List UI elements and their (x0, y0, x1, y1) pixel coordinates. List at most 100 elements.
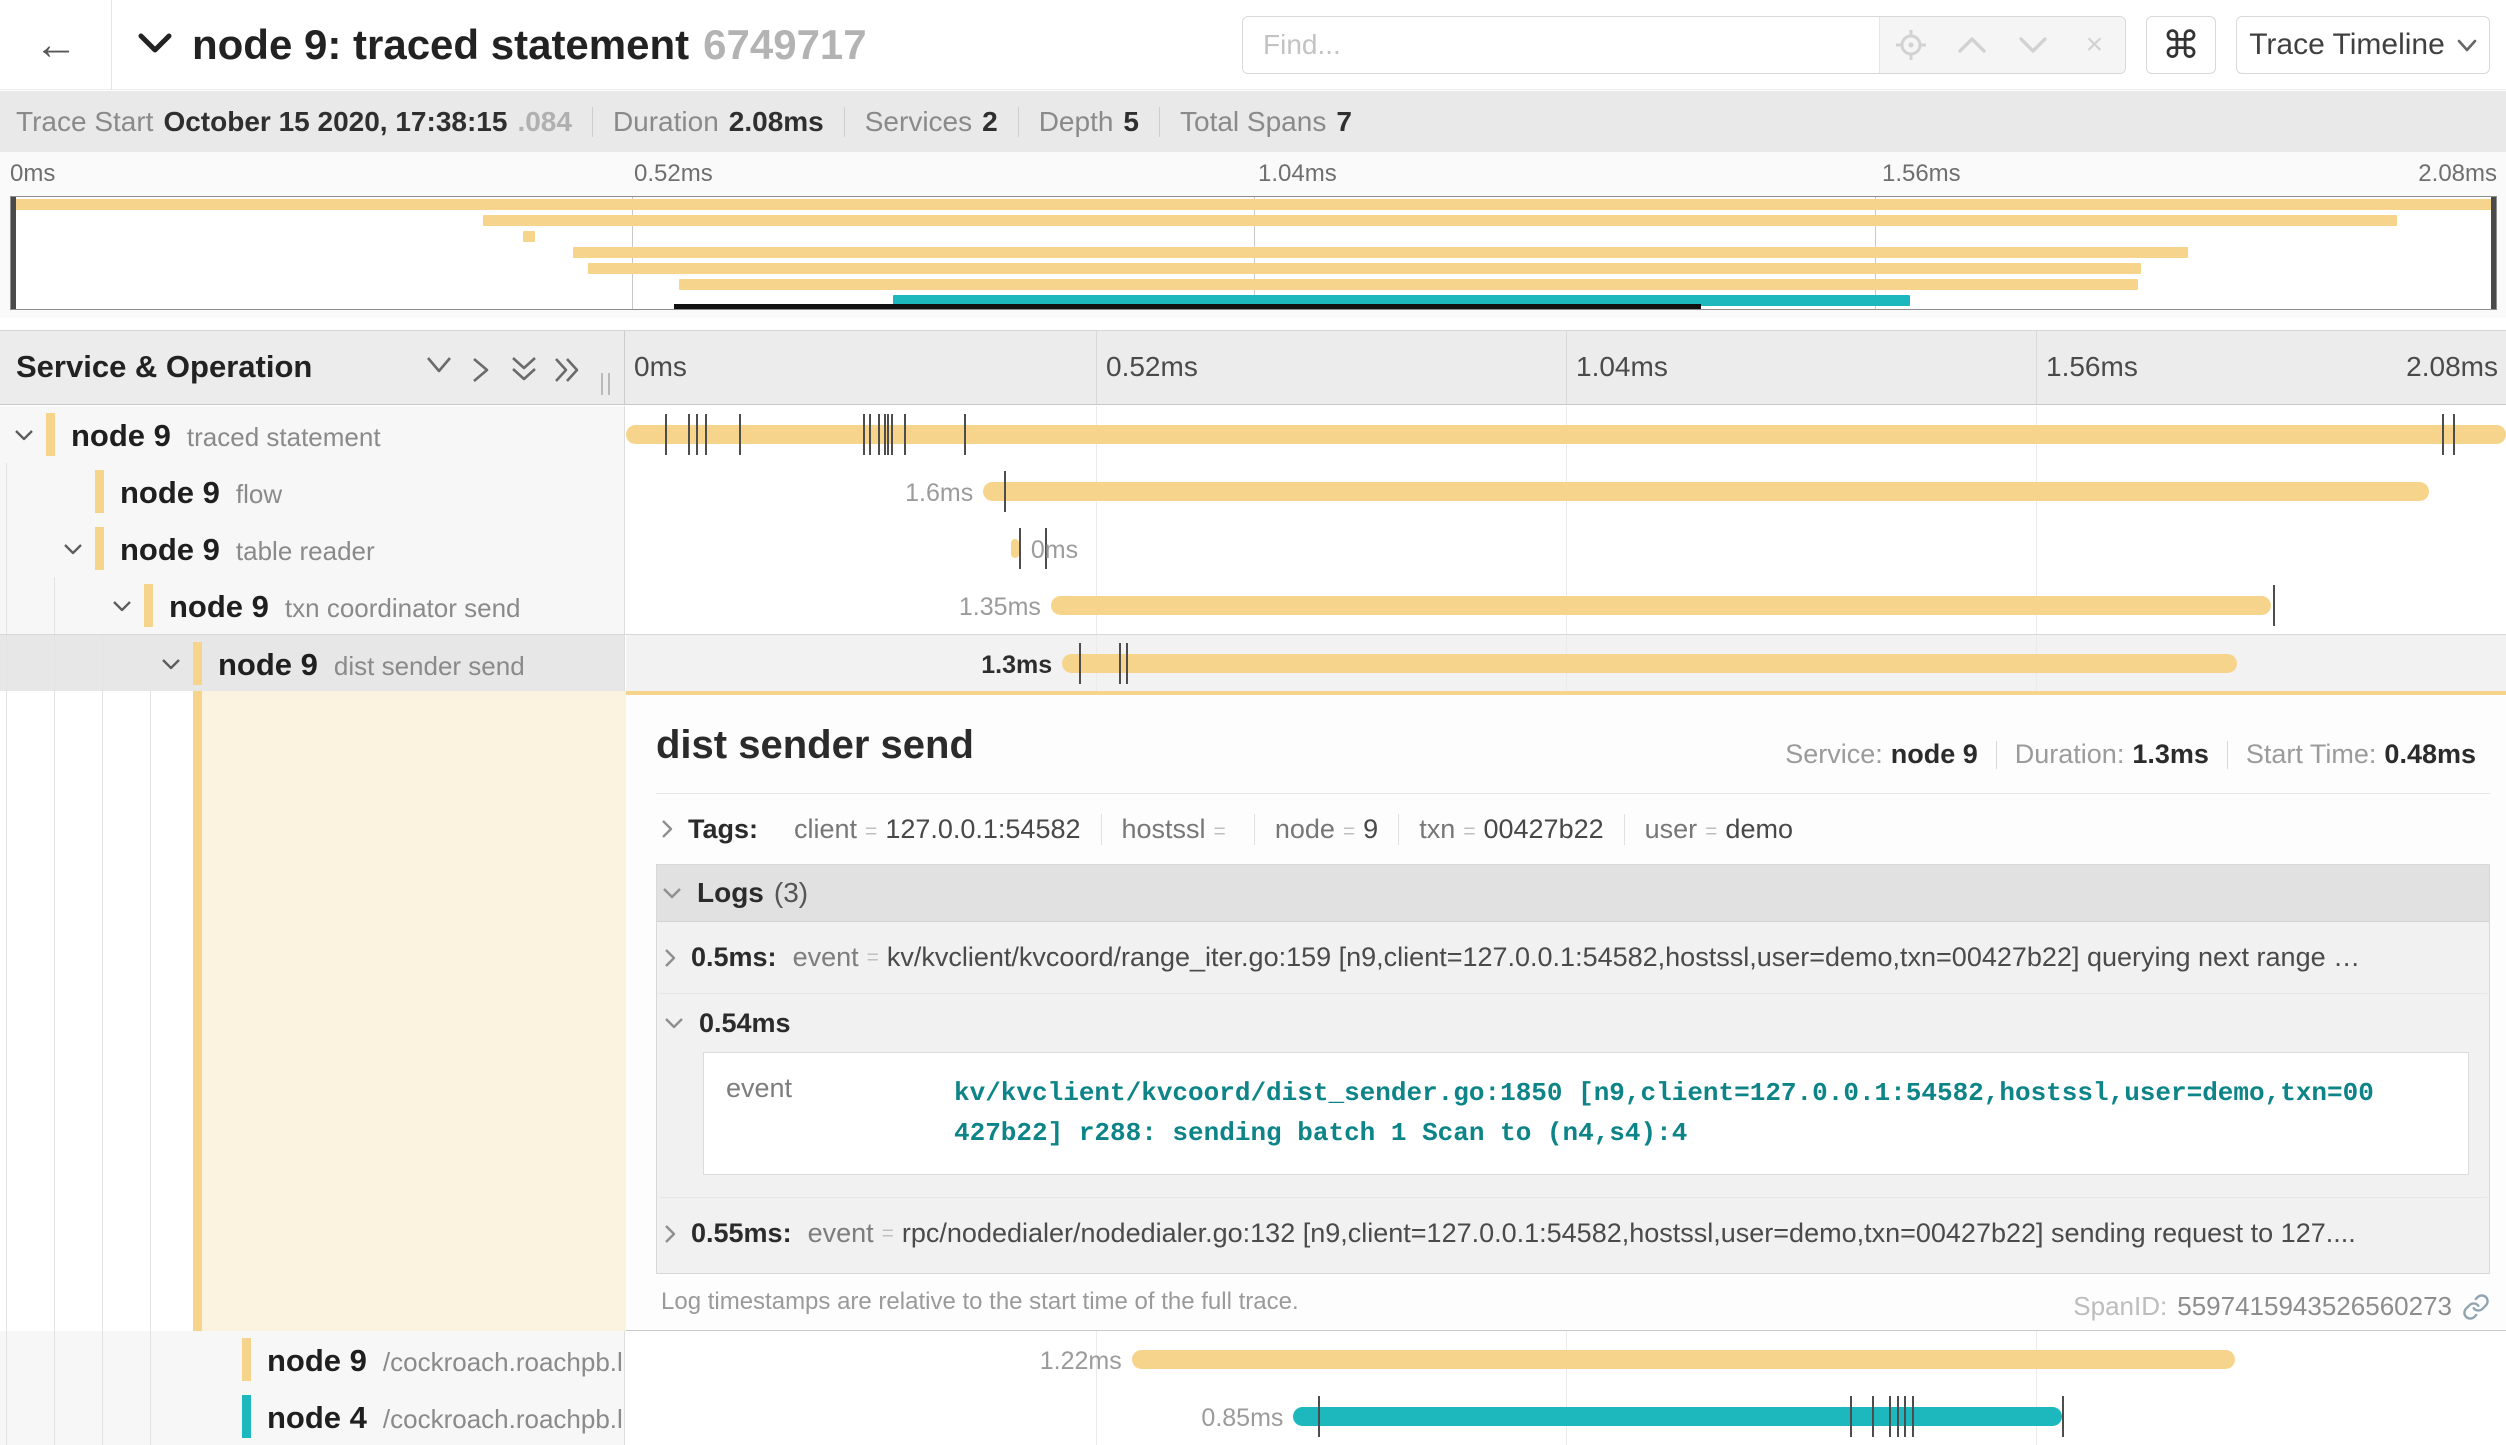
span-row-txn-coordinator-send[interactable]: node 9txn coordinator send 1.35ms (0, 577, 2506, 634)
total-spans-label: Total Spans (1180, 106, 1326, 138)
span-expander-chevron-icon[interactable] (62, 542, 84, 556)
minimap-span-bar (679, 279, 2138, 290)
selected-span-accent-bar (193, 691, 202, 1331)
ruler-tick-2: 1.04ms (1576, 351, 1668, 383)
depth-guide (54, 1388, 55, 1445)
span-name-cell[interactable]: node 9flow (0, 463, 625, 520)
depth-guide (102, 1388, 103, 1445)
span-name-cell[interactable]: node 9dist sender send (0, 635, 625, 691)
timeline-gridline (1096, 1388, 1097, 1445)
span-name-label: node 9txn coordinator send (169, 589, 521, 625)
locate-icon[interactable] (1891, 25, 1931, 65)
column-resize-grip[interactable] (601, 373, 610, 395)
span-timeline-cell[interactable]: 1.3ms (626, 635, 2506, 691)
trace-summary-bar: Trace Start October 15 2020, 17:38:15 .0… (0, 91, 2506, 152)
span-detail-row: dist sender send Service: node 9 Duratio… (0, 691, 2506, 1331)
depth-value: 5 (1123, 106, 1139, 138)
span-duration-bar[interactable] (626, 425, 2506, 444)
tag-node: node = 9 (1255, 814, 1399, 845)
span-timeline-cell[interactable]: 1.6ms (626, 463, 2506, 520)
logs-collapse-chevron-icon[interactable] (661, 886, 683, 900)
span-row-traced-statement[interactable]: node 9traced statement (0, 406, 2506, 463)
span-name-cell[interactable]: node 9/cockroach.roachpb.l... (0, 1331, 625, 1388)
detail-indent-column (0, 691, 626, 1331)
span-timeline-cell[interactable]: 1.35ms (626, 577, 2506, 634)
meta-divider (2227, 741, 2228, 769)
minimap-scrub-indicator[interactable] (674, 304, 1700, 309)
span-duration-bar[interactable] (1051, 596, 2271, 615)
trace-id-short: 6749717 (703, 21, 867, 68)
expand-one-icon[interactable] (470, 355, 490, 385)
span-row-table-reader[interactable]: node 9table reader 0ms (0, 520, 2506, 577)
services-label: Services (865, 106, 972, 138)
deep-link-icon[interactable] (2462, 1293, 2490, 1321)
collapse-one-icon[interactable] (424, 355, 454, 375)
minimap-canvas[interactable] (10, 196, 2497, 310)
detail-start-value: 0.48ms (2384, 739, 2476, 770)
span-name-cell[interactable]: node 9txn coordinator send (0, 577, 625, 634)
span-row-dist-sender-send[interactable]: node 9dist sender send1.3ms (0, 634, 2506, 691)
keyboard-shortcuts-button[interactable]: ⌘ (2146, 16, 2216, 74)
service-name: node 9 (267, 1343, 367, 1378)
collapse-trace-chevron-icon[interactable] (138, 32, 172, 54)
tags-row[interactable]: Tags: client = 127.0.0.1:54582 hostssl =… (656, 798, 2490, 860)
span-expander-chevron-icon[interactable] (13, 428, 35, 442)
minimap-right-handle[interactable] (2491, 197, 2496, 309)
span-name-label: node 9traced statement (71, 418, 381, 454)
service-name: node 9 (120, 532, 220, 567)
stat-divider (1018, 107, 1019, 137)
detail-divider (656, 793, 2490, 794)
back-button[interactable]: ← (18, 14, 94, 76)
next-result-icon[interactable] (2013, 25, 2053, 65)
log-marker-tick (1872, 1396, 1874, 1437)
view-selector-button[interactable]: Trace Timeline (2236, 16, 2490, 74)
log-marker-tick (891, 414, 893, 455)
services-stat: Services 2 (865, 106, 998, 138)
log3-expand-chevron-icon[interactable] (663, 1223, 677, 1245)
log2-collapse-chevron-icon[interactable] (663, 1016, 685, 1030)
minimap-tick-4: 2.08ms (2418, 160, 2497, 188)
clear-search-icon[interactable]: × (2074, 25, 2114, 65)
span-timeline-cell[interactable] (626, 406, 2506, 463)
span-duration-bar[interactable] (1293, 1407, 2062, 1426)
service-name: node 4 (267, 1400, 367, 1435)
service-color-bar (46, 413, 55, 456)
span-timeline-cell[interactable]: 0.85ms (626, 1388, 2506, 1445)
log-entry-1[interactable]: 0.5ms: event = kv/kvclient/kvcoord/range… (659, 922, 2487, 994)
span-row-node4-roachpb[interactable]: node 4/cockroach.roachpb.l...0.85ms (0, 1388, 2506, 1445)
span-timeline-cell[interactable]: 1.22ms (626, 1331, 2506, 1388)
stat-divider (844, 107, 845, 137)
span-timeline-cell[interactable]: 0ms (626, 520, 2506, 577)
span-row-flow[interactable]: node 9flow1.6ms (0, 463, 2506, 520)
tags-expand-chevron-icon[interactable] (660, 818, 674, 840)
span-duration-bar[interactable] (1011, 539, 1019, 558)
span-duration-bar[interactable] (983, 482, 2429, 501)
span-duration-bar[interactable] (1062, 654, 2237, 673)
span-name-cell[interactable]: node 9traced statement (0, 406, 625, 463)
minimap-left-handle[interactable] (11, 197, 16, 309)
log2-header[interactable]: 0.54ms (659, 994, 2487, 1052)
depth-guide (6, 520, 7, 577)
span-name-cell[interactable]: node 9table reader (0, 520, 625, 577)
find-suffix-toolbar: × (1879, 17, 2125, 73)
span-name-label: node 9table reader (120, 532, 375, 568)
span-name-cell[interactable]: node 4/cockroach.roachpb.l... (0, 1388, 625, 1445)
logs-header[interactable]: Logs (3) (657, 865, 2489, 922)
find-input[interactable] (1243, 17, 1879, 73)
span-row-node9-roachpb[interactable]: node 9/cockroach.roachpb.l...1.22ms (0, 1331, 2506, 1388)
prev-result-icon[interactable] (1952, 25, 1992, 65)
expand-all-icon[interactable] (552, 355, 584, 385)
tag-txn: txn = 00427b22 (1399, 814, 1624, 845)
spanid-row: SpanID: 5597415943526560273 (2073, 1291, 2490, 1322)
log-entry-3[interactable]: 0.55ms: event = rpc/nodedialer/nodediale… (659, 1198, 2487, 1270)
log-marker-tick (1019, 528, 1021, 569)
log-marker-tick (1318, 1396, 1320, 1437)
log-marker-tick (869, 414, 871, 455)
span-expander-chevron-icon[interactable] (111, 599, 133, 613)
collapse-all-icon[interactable] (508, 355, 540, 385)
log1-expand-chevron-icon[interactable] (663, 947, 677, 969)
span-expander-chevron-icon[interactable] (160, 657, 182, 671)
span-duration-bar[interactable] (1132, 1350, 2236, 1369)
service-color-bar (242, 1338, 251, 1381)
minimap-span-bar (11, 199, 2496, 210)
